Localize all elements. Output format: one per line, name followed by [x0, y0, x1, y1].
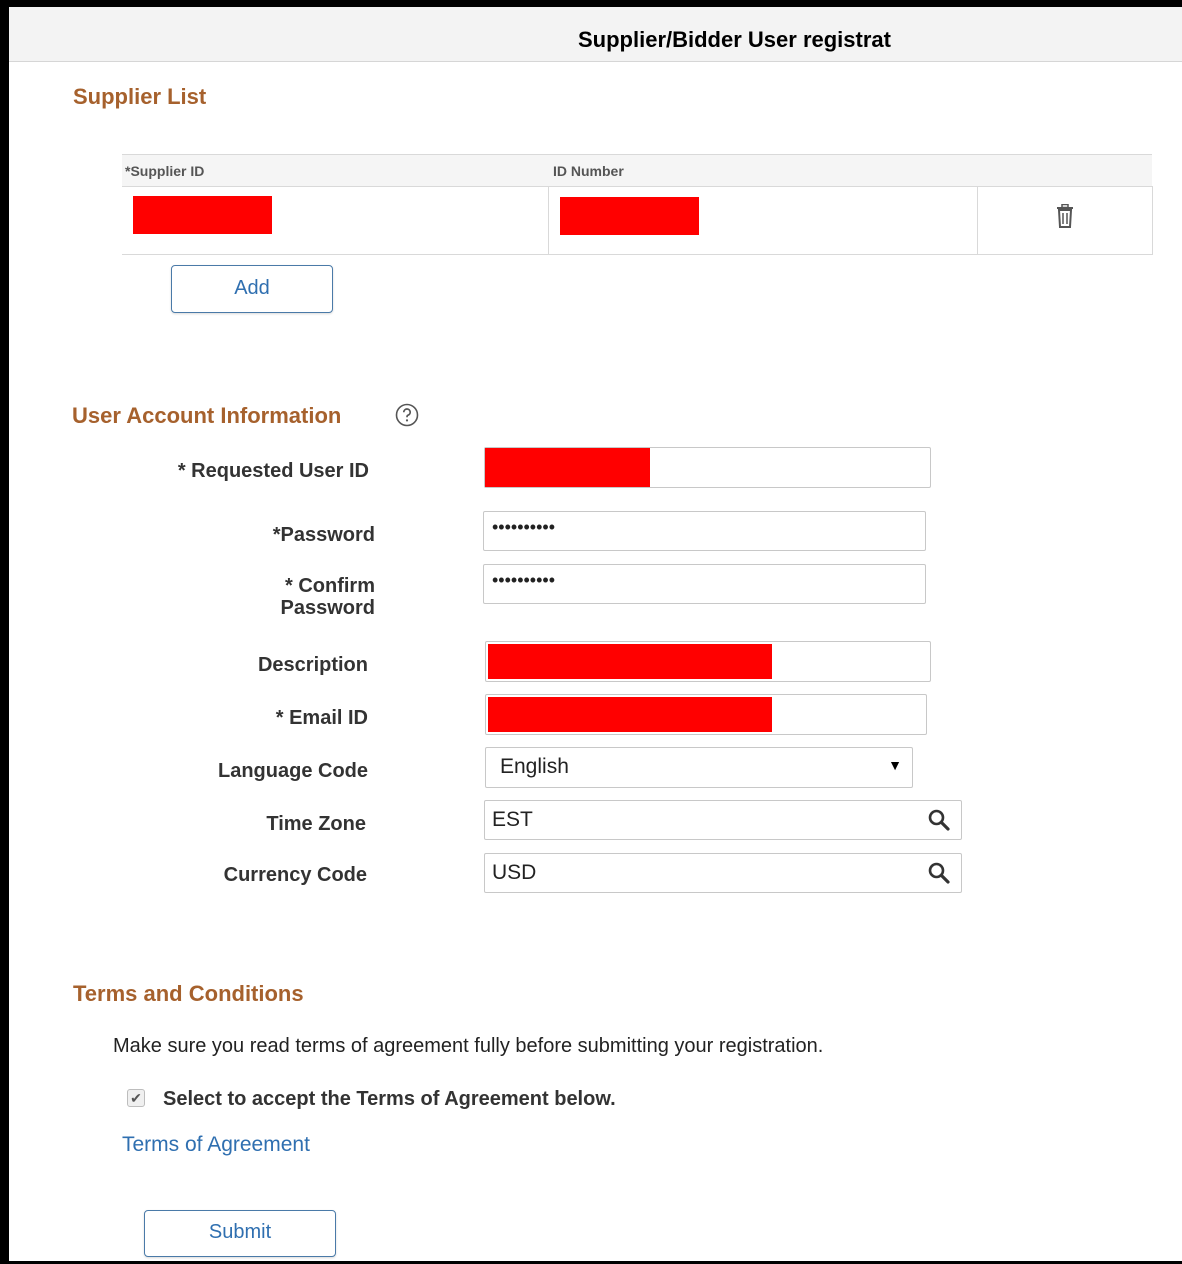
confirm-password-label: * Confirm Password [281, 575, 375, 619]
time-zone-value: EST [492, 808, 533, 831]
checkmark-icon: ✔ [130, 1090, 142, 1106]
description-input[interactable] [485, 641, 931, 682]
page-title: Supplier/Bidder User registrat [578, 27, 891, 52]
email-id-input[interactable] [485, 694, 927, 735]
requested-user-id-input[interactable] [484, 447, 931, 488]
confirm-password-label-line1: * Confirm [285, 575, 375, 597]
requested-user-id-label: * Requested User ID [177, 460, 369, 482]
language-code-value: English [500, 755, 569, 778]
registration-page: Supplier/Bidder User registrat Supplier … [9, 7, 1182, 1261]
time-zone-label: Time Zone [266, 813, 366, 835]
column-header-id-number: ID Number [553, 163, 624, 179]
search-icon[interactable] [927, 808, 951, 832]
confirm-password-value: •••••••••• [492, 570, 556, 590]
description-label: Description [257, 654, 368, 676]
supplier-grid-header: *Supplier ID ID Number [122, 154, 1152, 187]
dropdown-caret-icon: ▼ [888, 757, 902, 773]
submit-button[interactable]: Submit [144, 1210, 336, 1257]
password-value: •••••••••• [492, 517, 556, 537]
add-button[interactable]: Add [171, 265, 333, 313]
confirm-password-input[interactable]: •••••••••• [483, 564, 926, 604]
page-header: Supplier/Bidder User registrat [9, 7, 1182, 62]
currency-code-value: USD [492, 861, 537, 884]
email-id-redacted [488, 697, 772, 732]
accept-terms-checkbox[interactable]: ✔ [127, 1089, 145, 1107]
supplier-id-field-redacted[interactable] [133, 196, 272, 234]
column-divider [977, 186, 978, 254]
help-icon[interactable] [395, 403, 419, 427]
search-icon[interactable] [927, 861, 951, 885]
terms-instructions: Make sure you read terms of agreement fu… [113, 1035, 824, 1057]
terms-of-agreement-link[interactable]: Terms of Agreement [122, 1133, 310, 1157]
language-code-label: Language Code [217, 760, 368, 782]
accept-terms-label: Select to accept the Terms of Agreement … [163, 1088, 616, 1110]
description-redacted [488, 644, 772, 679]
terms-heading: Terms and Conditions [73, 981, 304, 1006]
trash-icon [1057, 203, 1073, 228]
column-header-supplier-id: *Supplier ID [125, 163, 205, 179]
user-account-heading: User Account Information [72, 403, 342, 428]
currency-code-label: Currency Code [223, 864, 367, 886]
password-input[interactable]: •••••••••• [483, 511, 926, 551]
column-divider [548, 186, 549, 254]
currency-code-input[interactable]: USD [484, 853, 962, 893]
language-code-select[interactable]: English ▼ [485, 747, 913, 788]
time-zone-input[interactable]: EST [484, 800, 962, 840]
email-id-label: * Email ID [275, 707, 368, 729]
delete-row-button[interactable] [1053, 203, 1077, 230]
requested-user-id-redacted [485, 448, 650, 487]
supplier-list-heading: Supplier List [73, 84, 207, 109]
confirm-password-label-line2: Password [280, 597, 375, 619]
password-label: *Password [272, 524, 375, 546]
id-number-field-redacted[interactable] [560, 197, 699, 235]
